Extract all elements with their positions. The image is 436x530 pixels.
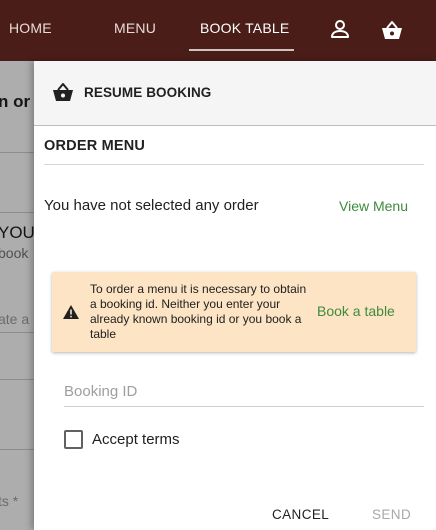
active-tab-indicator	[189, 49, 294, 51]
order-menu-title: ORDER MENU	[44, 138, 146, 154]
resume-booking-label[interactable]: RESUME BOOKING	[84, 85, 211, 100]
resume-booking-header[interactable]: RESUME BOOKING	[34, 61, 436, 126]
booking-id-input[interactable]	[64, 377, 424, 407]
nav-book-table-link[interactable]: BOOK TABLE	[200, 20, 289, 36]
send-button[interactable]: SEND	[372, 507, 411, 522]
book-a-table-link[interactable]: Book a table	[317, 303, 395, 319]
no-order-message: You have not selected any order	[44, 197, 259, 214]
nav-menu-link[interactable]: MENU	[114, 20, 156, 36]
accept-terms-checkbox[interactable]	[64, 430, 83, 449]
accept-terms-label[interactable]: Accept terms	[92, 431, 180, 448]
nav-home-link[interactable]: HOME	[9, 20, 52, 36]
shopping-basket-icon	[53, 83, 73, 101]
warning-icon	[63, 305, 79, 319]
booking-id-warning: To order a menu it is necessary to obtai…	[52, 272, 416, 352]
shopping-basket-icon[interactable]	[380, 19, 404, 43]
cancel-button[interactable]: CANCEL	[272, 507, 329, 522]
warning-message: To order a menu it is necessary to obtai…	[90, 282, 307, 341]
view-menu-link[interactable]: View Menu	[339, 198, 408, 214]
top-nav-bar: HOME MENU BOOK TABLE	[0, 0, 436, 61]
account-icon[interactable]	[328, 17, 352, 41]
order-menu-divider	[44, 164, 424, 165]
booking-side-sheet: RESUME BOOKING ORDER MENU You have not s…	[34, 61, 436, 530]
